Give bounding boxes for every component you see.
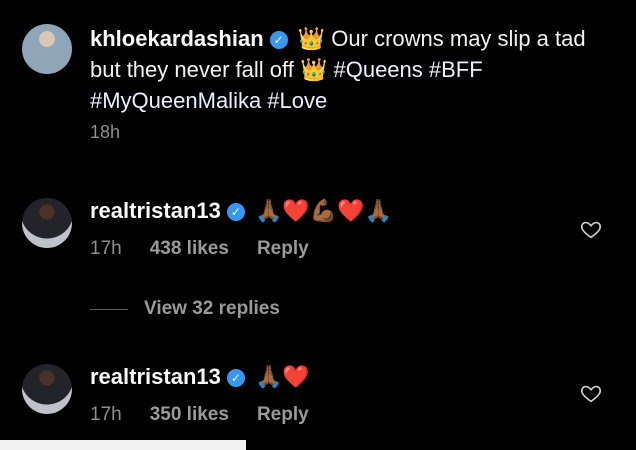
comment-time: 17h <box>90 404 122 425</box>
view-replies-link[interactable]: View 32 replies <box>90 298 280 320</box>
comment-2-line: realtristan13 ✓ 🙏🏾❤️ <box>90 362 310 393</box>
crown-emoji: 👑 <box>297 27 326 52</box>
bottom-overlay-bar <box>0 440 246 450</box>
avatar-realtristan13[interactable] <box>22 198 72 248</box>
divider-dash <box>90 308 128 310</box>
post-timestamp: 18h <box>90 122 121 142</box>
reply-button[interactable]: Reply <box>257 404 309 426</box>
view-replies-label[interactable]: View 32 replies <box>144 298 280 320</box>
comment-time: 17h <box>90 238 122 259</box>
comment-text: 🙏🏾❤️💪🏾❤️🙏🏾 <box>254 199 392 224</box>
comment-text: 🙏🏾❤️ <box>254 365 310 390</box>
post-caption: khloekardashian ✓ 👑 Our crowns may slip a… <box>90 24 610 116</box>
verified-badge-icon: ✓ <box>226 203 245 221</box>
heart-icon[interactable] <box>580 218 602 240</box>
verified-badge-icon: ✓ <box>226 369 245 387</box>
comment-1-meta: 17h 438 likes Reply <box>90 238 309 260</box>
avatar-khloekardashian[interactable] <box>22 24 72 74</box>
avatar-realtristan13[interactable] <box>22 364 72 414</box>
caption-username[interactable]: khloekardashian <box>90 26 264 51</box>
crown-emoji: 👑 <box>299 58 328 83</box>
heart-icon[interactable] <box>580 382 602 404</box>
comment-1-line: realtristan13 ✓ 🙏🏾❤️💪🏾❤️🙏🏾 <box>90 196 392 227</box>
comment-likes[interactable]: 438 likes <box>150 238 229 260</box>
comment-2-meta: 17h 350 likes Reply <box>90 404 309 426</box>
comment-username[interactable]: realtristan13 <box>90 198 221 223</box>
verified-badge-icon: ✓ <box>269 31 288 49</box>
comment-likes[interactable]: 350 likes <box>150 404 229 426</box>
comment-username[interactable]: realtristan13 <box>90 364 221 389</box>
reply-button[interactable]: Reply <box>257 238 309 260</box>
